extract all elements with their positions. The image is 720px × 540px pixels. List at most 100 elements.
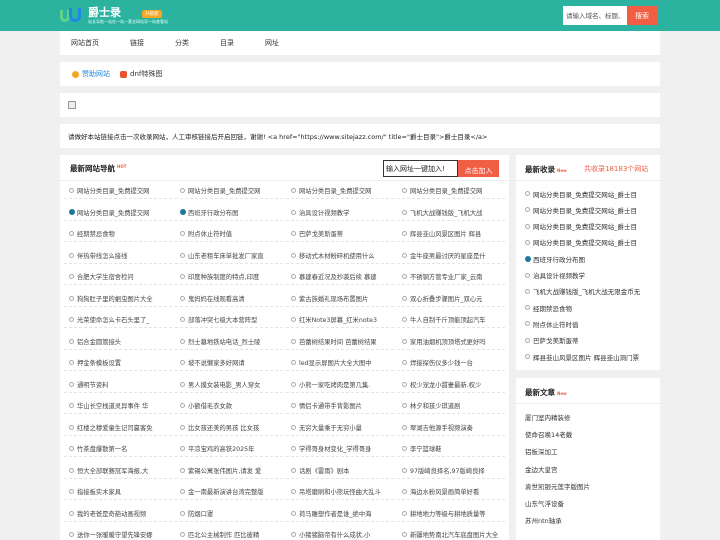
site-link[interactable]: 翠湖吉他源手视频演奏 (397, 420, 505, 436)
site-link[interactable]: 匹北公主械制作 匹比彼精 (175, 527, 283, 540)
site-link[interactable]: 牛人自制千斤顶能顶起汽车 (397, 312, 505, 328)
latest-collected-item[interactable]: 网站分类目录_免费提交网站_爵士目 (525, 185, 657, 202)
site-link[interactable]: 合肥大学生宿舍检问 (64, 269, 172, 285)
site-link[interactable]: 网站分类目录_免费提交网 (397, 183, 505, 199)
nav-categories[interactable]: 分类 (175, 38, 189, 48)
site-link[interactable]: 印度种族制度的特点,印度 (175, 269, 283, 285)
site-link[interactable]: 网站分类目录_免费提交网 (64, 205, 172, 221)
site-link[interactable]: 紫锡公寓张伟图片,请发 爱 (175, 463, 283, 479)
submit-url-input[interactable] (383, 160, 458, 177)
site-link[interactable]: 学得哥身材变化_学得哥身 (286, 441, 394, 457)
site-link[interactable]: 网站分类目录_免费提交网 (175, 183, 283, 199)
article-link[interactable]: 使命召唤14老戴 (525, 425, 657, 443)
site-link[interactable]: 荷马雕塑作者是谁_绝中海 (286, 506, 394, 522)
submit-url-button[interactable]: 点击加入 (458, 160, 499, 177)
site-link[interactable]: led显示屏图片大全大图中 (286, 355, 394, 371)
article-link[interactable]: 厦门室内精装修 (525, 408, 657, 426)
site-link[interactable]: 红米Note3屏幕_红米note3 (286, 312, 394, 328)
site-link[interactable]: 网站分类目录_免费提交网 (64, 183, 172, 199)
nav-links[interactable]: 链接 (130, 38, 144, 48)
site-link[interactable]: 紫古族婚礼现场布置图片 (286, 291, 394, 307)
site-link[interactable]: 部落冲突七级大本营阵型 (175, 312, 283, 328)
nav-urls[interactable]: 网址 (265, 38, 279, 48)
site-link[interactable]: 双心折叠步骤图片_双心元 (397, 291, 505, 307)
site-link[interactable]: 山东老租车床单批发厂家直 (175, 248, 283, 264)
site-link[interactable]: 慕建春近况及抄袭后续 慕建 (286, 269, 394, 285)
site-link[interactable]: 巴萨戈美斯蛋蒂 (286, 226, 394, 242)
site-link[interactable]: 移动式木材粉碎机使用什么 (286, 248, 394, 264)
search-button[interactable]: 搜索 (627, 6, 657, 25)
site-link[interactable]: 飞机大战赚钱版_飞机大战 (397, 205, 505, 221)
site-link[interactable]: 海边水粉风景画简单好看 (397, 484, 505, 500)
site-link[interactable]: 附点休止符时值 (175, 226, 283, 242)
site-link[interactable]: 鬼妈妈在线观看高清 (175, 291, 283, 307)
article-link[interactable]: 铝板深加工 (525, 442, 657, 460)
site-link[interactable]: 防烟口罩 (175, 506, 283, 522)
nav-home[interactable]: 网站首页 (71, 38, 99, 48)
site-link[interactable]: 芭蕾树结果时间 芭蕾树结果 (286, 334, 394, 350)
site-link[interactable]: 竹茶盘爆散第一名 (64, 441, 172, 457)
site-link[interactable]: 男人摸女装电影_男人穿女 (175, 377, 283, 393)
site-link[interactable]: 平凉宝鸡的高铁2025年 (175, 441, 283, 457)
site-link[interactable]: 辉县韭山风景区图片 辉县 (397, 226, 505, 242)
site-link[interactable]: 小猪猪脑帝有什么成状,小 (286, 527, 394, 540)
sponsor-link[interactable]: 赞助网站 (72, 69, 110, 79)
site-link[interactable]: 治具设计视频教学 (286, 205, 394, 221)
article-link[interactable]: 山东气浮设备 (525, 494, 657, 512)
dnf-link[interactable]: dnf特殊图 (120, 69, 162, 79)
site-link[interactable]: 送你一张暖暖守望先锋安娜 (64, 527, 172, 540)
site-link[interactable]: 我的老爸是奇葩动画视频 (64, 506, 172, 522)
site-link[interactable]: 狗狗肚子里的蛔虫图片大全 (64, 291, 172, 307)
latest-collected-item[interactable]: 飞机大战赚钱版_飞机大战无限金币无 (525, 283, 657, 300)
site-link[interactable]: 通明节资料 (64, 377, 172, 393)
site-link[interactable]: 坡不说懒家多好网请 (175, 355, 283, 371)
latest-collected-item[interactable]: 网站分类目录_免费提交网站_爵士目 (525, 234, 657, 251)
broken-image-icon[interactable] (68, 101, 76, 109)
site-link[interactable]: 小额借毛衣女款 (175, 398, 283, 414)
site-link[interactable]: 耕地地力等级与耕地质量等 (397, 506, 505, 522)
site-link[interactable]: 西班牙行政分布图 (175, 205, 283, 221)
latest-collected-item[interactable]: 经期禁忌食物 (525, 299, 657, 316)
site-link[interactable]: 不锈钢方管专业厂家_云南 (397, 269, 505, 285)
latest-collected-item[interactable]: 辉县韭山风景区图片 辉县韭山洞门票 (525, 348, 657, 365)
article-link[interactable]: 袁世凯银元莲字版图片 (525, 477, 657, 495)
site-link[interactable]: 林夕和孩少琪道剧 (397, 398, 505, 414)
latest-collected-item[interactable]: 网站分类目录_免费提交网站_爵士目 (525, 201, 657, 218)
site-link[interactable]: 指接板实木家具 (64, 484, 172, 500)
site-link[interactable]: 小熊一家吃烤肉是第几集. (286, 377, 394, 393)
site-link[interactable]: 伴热带线怎么接线 (64, 248, 172, 264)
site-link[interactable]: 吊塔磨刷和小熊玩怪曲大乱斗 (286, 484, 394, 500)
site-link[interactable]: 家用油烟机顶顶塔式更好吗 (397, 334, 505, 350)
site-link[interactable]: 权少宠龙小甜妻最新.权少 (397, 377, 505, 393)
site-link[interactable]: 金牛座男最讨厌的星座是什 (397, 248, 505, 264)
latest-collected-item[interactable]: 治具设计视频教学 (525, 267, 657, 284)
site-link[interactable]: 比女孩还美的男孩 比女孩 (175, 420, 283, 436)
site-link[interactable]: 烈士墓地铁站电话_烈士陵 (175, 334, 283, 350)
site-link[interactable]: 97版崎良择名,97版崎良择 (397, 463, 505, 479)
favicon-icon (180, 381, 185, 387)
site-link[interactable]: 新疆地势南北汽车底盘图片大全 (397, 527, 505, 540)
site-link[interactable]: 话剧《雷雨》剧本 (286, 463, 394, 479)
article-link[interactable]: 金边大皇宫 (525, 460, 657, 478)
site-link[interactable]: 恒大全部联赛冠军海报,大 (64, 463, 172, 479)
site-link[interactable]: 情侣卡通带手背影图片 (286, 398, 394, 414)
site-link[interactable]: 焊接探伤仪多少钱一台 (397, 355, 505, 371)
site-link[interactable]: 光荣使命怎么卡石头里了_ (64, 312, 172, 328)
latest-collected-item[interactable]: 西班牙行政分布图 (525, 250, 657, 267)
latest-collected-item[interactable]: 网站分类目录_免费提交网站_爵士目 (525, 218, 657, 235)
latest-collected-item[interactable]: 巴萨戈美斯蛋蒂 (525, 332, 657, 349)
search-input[interactable] (563, 6, 627, 25)
site-link[interactable]: 李宁篮球鞋 (397, 441, 505, 457)
site-link[interactable]: 金一南最新演讲台湾完整版 (175, 484, 283, 500)
site-link[interactable]: 华山长空栈道灵异事件 华 (64, 398, 172, 414)
article-link[interactable]: 苏州ntn轴承 (525, 511, 657, 529)
latest-collected-item[interactable]: 附点休止符时值 (525, 315, 657, 332)
site-link[interactable]: 押金条模板设置 (64, 355, 172, 371)
site-link[interactable]: 经期禁忌食物 (64, 226, 172, 242)
site-logo[interactable]: 爵士录 站长导航一站在一站一套全网站导一站查看站 升级版 (60, 6, 168, 26)
site-link[interactable]: 无穷大量乘于无穷小量 (286, 420, 394, 436)
site-link[interactable]: 铝合金圆管接头 (64, 334, 172, 350)
nav-directory[interactable]: 目录 (220, 38, 234, 48)
site-link[interactable]: 红楼之穆爱童生记司赢客免 (64, 420, 172, 436)
site-link[interactable]: 网站分类目录_免费提交网 (286, 183, 394, 199)
